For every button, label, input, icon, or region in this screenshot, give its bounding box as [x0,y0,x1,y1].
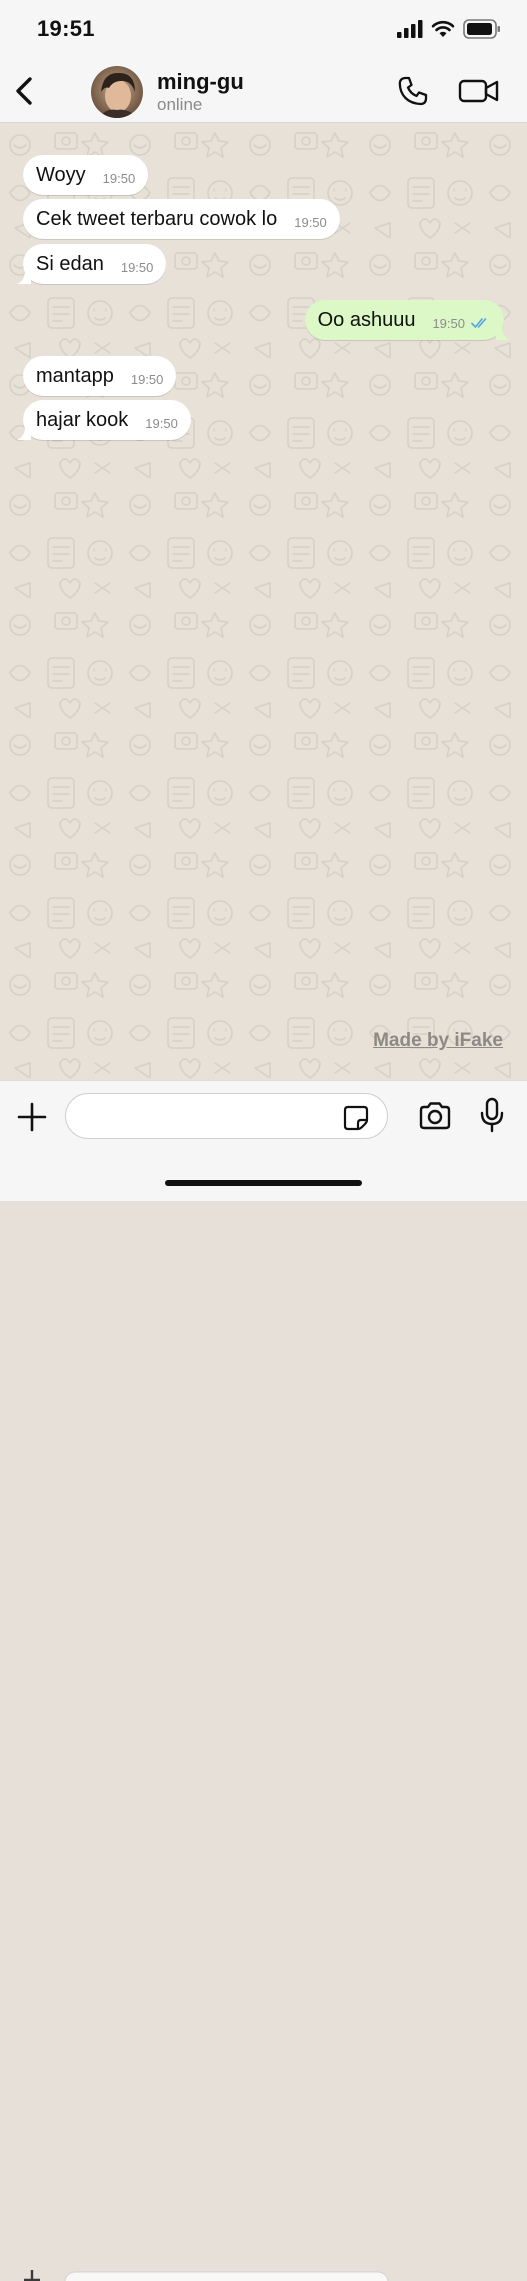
message-text: mantapp [36,364,114,387]
message-bubble-incoming[interactable]: hajar kook 19:50 [17,400,191,440]
message-time: 19:50 [432,315,465,331]
message-text: Woyy [36,163,86,186]
bubble-tail [496,326,510,340]
status-time: 19:51 [37,16,95,41]
chat-header: ming-gu online [0,60,527,123]
message-time: 19:50 [145,415,178,431]
message-input[interactable] [65,1093,388,1139]
back-chevron-icon[interactable] [10,74,40,108]
message-text: Cek tweet terbaru cowok lo [36,207,278,230]
keyboard-edge [0,2269,527,2281]
message-bubble-incoming[interactable]: mantapp 19:50 [23,356,177,396]
sticker-icon[interactable] [343,1105,369,1131]
message-time: 19:50 [102,170,136,186]
contact-name[interactable]: ming-gu [157,69,244,95]
message-time: 19:50 [120,259,154,275]
status-icons [397,18,501,40]
watermark[interactable]: Made by iFake [373,1030,503,1052]
phone-icon[interactable] [396,74,430,108]
avatar-image [91,66,143,118]
battery-icon [463,19,500,39]
message-time: 19:50 [294,214,327,230]
plus-icon [24,2270,389,2281]
message-time: 19:50 [130,371,164,387]
plus-icon[interactable] [16,1101,48,1133]
contact-status: online [157,95,203,114]
chat-area[interactable]: Woyy 19:50 Cek tweet terbaru cowok lo 19… [0,123,527,1080]
wifi-icon [431,20,455,37]
read-ticks-icon [471,318,487,328]
avatar[interactable] [91,66,143,118]
microphone-icon[interactable] [479,1097,505,1133]
message-bubble-incoming[interactable]: Cek tweet terbaru cowok lo 19:50 [23,199,340,239]
message-text: Si edan [36,252,104,275]
signal-icon [397,20,423,38]
status-bar: 19:51 [0,0,527,60]
bubble-tail [17,426,31,440]
bubble-tail [17,270,31,284]
message-text: Oo ashuuu [317,308,416,331]
message-bubble-incoming[interactable]: Si edan 19:50 [17,244,167,284]
message-bubble-outgoing[interactable]: Oo ashuuu 19:50 [304,300,510,340]
camera-icon[interactable] [418,1101,452,1131]
message-text: hajar kook [36,408,129,431]
message-bubble-incoming[interactable]: Woyy 19:50 [23,155,149,195]
home-indicator [165,1180,362,1186]
video-camera-icon[interactable] [458,76,500,106]
